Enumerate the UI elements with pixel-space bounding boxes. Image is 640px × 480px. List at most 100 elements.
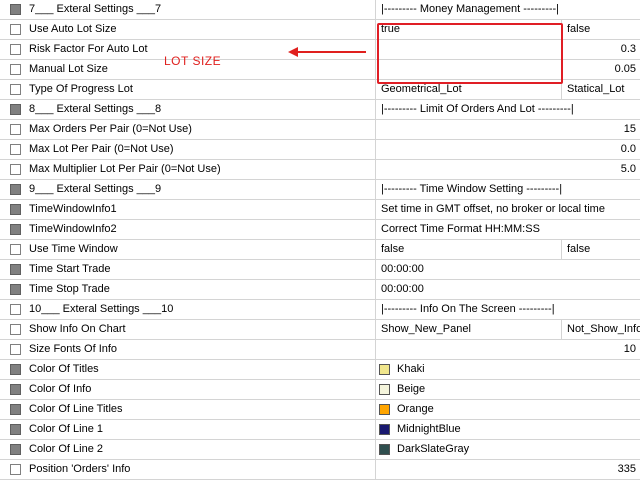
checkbox-icon[interactable] [10,244,21,255]
parameter-row[interactable]: Time Start Trade 00:00:00 [0,260,640,280]
parameter-name-cell: Time Stop Trade [0,280,376,299]
checkbox-icon[interactable] [10,164,21,175]
parameter-value-cell[interactable]: 335 [376,460,640,479]
parameter-value-cell[interactable]: 10 [376,340,640,359]
parameter-label: 8___ Exteral Settings ___8 [29,103,162,115]
parameter-icon [10,204,21,215]
parameter-value: 0.3 [620,43,636,55]
parameter-name-cell: Type Of Progress Lot [0,80,376,99]
parameter-label: Color Of Info [29,383,92,395]
section-separator-text: |--------- Limit Of Orders And Lot -----… [381,103,574,115]
parameter-row[interactable]: Show Info On Chart Show_New_Panel Not_Show… [0,320,640,340]
parameter-icon [10,384,21,395]
parameter-value-cell[interactable]: |--------- Info On The Screen ---------| [376,300,640,319]
checkbox-icon[interactable] [10,344,21,355]
parameter-value-cell[interactable]: DarkSlateGray [376,440,640,459]
checkbox-icon[interactable] [10,84,21,95]
parameter-row[interactable]: 9___ Exteral Settings ___9 |--------- Tim… [0,180,640,200]
checkbox-icon[interactable] [10,144,21,155]
parameter-value-cell[interactable]: Set time in GMT offset, no broker or loc… [376,200,640,219]
alternate-value-cell[interactable]: Not_Show_Info [562,320,640,339]
parameter-value-cell[interactable]: 15 [376,120,640,139]
parameter-label: Risk Factor For Auto Lot [29,43,148,55]
parameter-row[interactable]: Use Time Window false false [0,240,640,260]
color-name: Beige [397,383,426,395]
parameter-value-cell[interactable]: false [376,240,562,259]
parameter-row[interactable]: Color Of Info Beige [0,380,640,400]
parameter-label: Color Of Titles [29,363,99,375]
parameter-name-cell: Time Start Trade [0,260,376,279]
parameter-label: Max Orders Per Pair (0=Not Use) [29,123,192,135]
checkbox-icon[interactable] [10,464,21,475]
parameter-value-cell[interactable]: 0.0 [376,140,640,159]
color-name: MidnightBlue [397,423,461,435]
parameter-value: 5.0 [620,163,636,175]
parameter-row[interactable]: Size Fonts Of Info 10 [0,340,640,360]
parameter-row[interactable]: 7___ Exteral Settings ___7 |--------- Mon… [0,0,640,20]
parameter-name-cell: 9___ Exteral Settings ___9 [0,180,376,199]
parameter-value-cell[interactable]: 5.0 [376,160,640,179]
parameter-row[interactable]: Color Of Line 1 MidnightBlue [0,420,640,440]
parameter-label: Color Of Line 2 [29,443,103,455]
parameter-value: 15 [623,123,636,135]
checkbox-icon[interactable] [10,304,21,315]
parameter-label: Max Multiplier Lot Per Pair (0=Not Use) [29,163,221,175]
highlight-box [377,23,563,84]
parameter-value-cell[interactable]: 00:00:00 [376,280,640,299]
parameter-label: Color Of Line Titles [29,403,123,415]
parameter-name-cell: Max Lot Per Pair (0=Not Use) [0,140,376,159]
parameter-row[interactable]: Color Of Titles Khaki [0,360,640,380]
parameter-name-cell: 10___ Exteral Settings ___10 [0,300,376,319]
parameter-label: Show Info On Chart [29,323,126,335]
checkbox-icon[interactable] [10,24,21,35]
alternate-value-cell[interactable]: false [562,240,640,259]
parameter-name-cell: Position 'Orders' Info [0,460,376,479]
parameter-value: 00:00:00 [381,283,424,295]
parameter-value-cell[interactable]: Correct Time Format HH:MM:SS [376,220,640,239]
parameter-icon [10,444,21,455]
checkbox-icon[interactable] [10,124,21,135]
parameter-row[interactable]: 8___ Exteral Settings ___8 |--------- Lim… [0,100,640,120]
parameter-value-cell[interactable]: MidnightBlue [376,420,640,439]
parameter-row[interactable]: Position 'Orders' Info 335 [0,460,640,480]
parameter-label: Time Stop Trade [29,283,110,295]
parameter-row[interactable]: Time Stop Trade 00:00:00 [0,280,640,300]
color-swatch [379,364,390,375]
color-name: DarkSlateGray [397,443,470,455]
alternate-value-cell[interactable]: Statical_Lot [562,80,640,99]
parameter-row[interactable]: 10___ Exteral Settings ___10 |--------- I… [0,300,640,320]
parameter-row[interactable]: Color Of Line 2 DarkSlateGray [0,440,640,460]
alternate-value: Statical_Lot [567,83,625,95]
parameter-row[interactable]: TimeWindowInfo1 Set time in GMT offset, n… [0,200,640,220]
parameter-value-cell[interactable]: Khaki [376,360,640,379]
parameter-label: Color Of Line 1 [29,423,103,435]
section-separator-text: |--------- Time Window Setting ---------… [381,183,563,195]
parameter-value: 0.0 [620,143,636,155]
parameter-name-cell: Max Orders Per Pair (0=Not Use) [0,120,376,139]
parameter-label: TimeWindowInfo2 [29,223,117,235]
color-name: Khaki [397,363,425,375]
parameter-value-cell[interactable]: |--------- Money Management ---------| [376,0,640,19]
alternate-value-cell[interactable]: false [562,20,640,39]
checkbox-icon[interactable] [10,44,21,55]
checkbox-icon[interactable] [10,324,21,335]
parameter-label: Use Time Window [29,243,118,255]
parameter-value-cell[interactable]: Show_New_Panel [376,320,562,339]
parameter-value-cell[interactable]: |--------- Time Window Setting ---------… [376,180,640,199]
parameter-row[interactable]: Max Multiplier Lot Per Pair (0=Not Use) 5… [0,160,640,180]
parameter-row[interactable]: Max Orders Per Pair (0=Not Use) 15 [0,120,640,140]
parameter-value-cell[interactable]: 00:00:00 [376,260,640,279]
parameter-label: Type Of Progress Lot [29,83,133,95]
parameter-value: false [381,243,405,255]
parameter-icon [10,364,21,375]
parameter-value-cell[interactable]: Beige [376,380,640,399]
parameter-name-cell: Color Of Titles [0,360,376,379]
section-separator-text: |--------- Money Management ---------| [381,3,560,15]
parameter-row[interactable]: TimeWindowInfo2 Correct Time Format HH:MM… [0,220,640,240]
checkbox-icon[interactable] [10,64,21,75]
parameter-value-cell[interactable]: |--------- Limit Of Orders And Lot -----… [376,100,640,119]
alternate-value: false [567,23,591,35]
parameter-row[interactable]: Color Of Line Titles Orange [0,400,640,420]
parameter-value-cell[interactable]: Orange [376,400,640,419]
parameter-row[interactable]: Max Lot Per Pair (0=Not Use) 0.0 [0,140,640,160]
